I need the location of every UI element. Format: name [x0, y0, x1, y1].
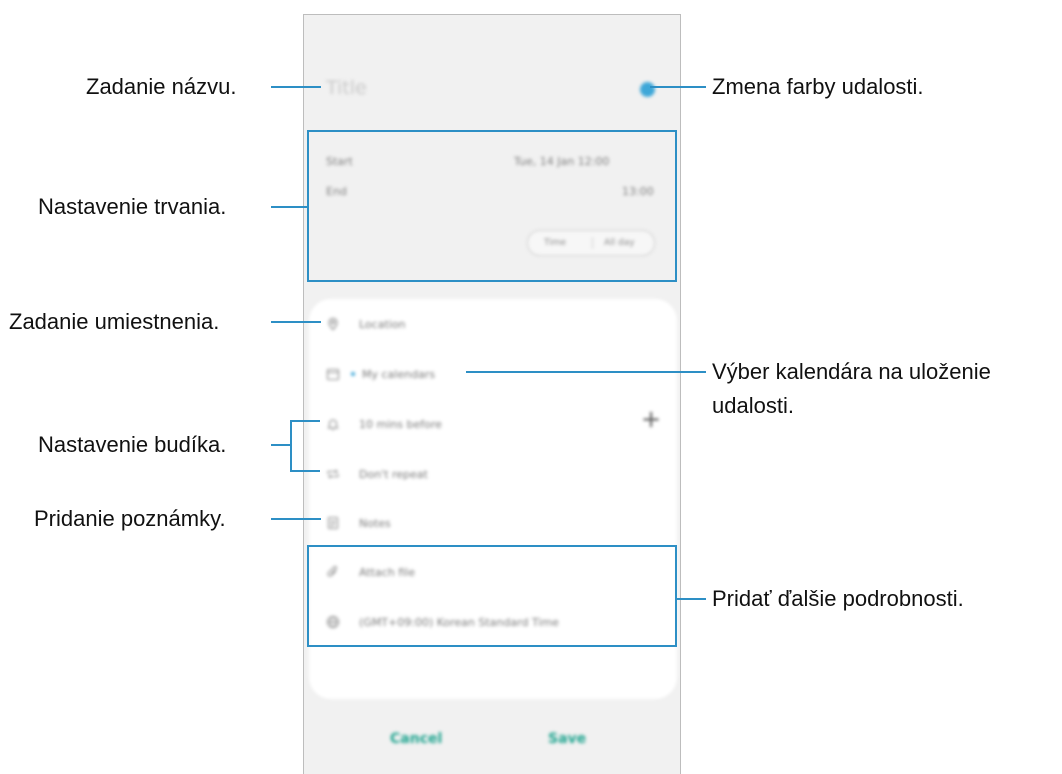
- calendar-callout-line2: udalosti.: [712, 393, 794, 418]
- duration-callout-line: [271, 206, 309, 208]
- location-callout: Zadanie umiestnenia.: [9, 309, 220, 334]
- save-button[interactable]: Save: [548, 731, 586, 747]
- calendar-color-dot: [351, 372, 355, 376]
- details-callout-line: [677, 598, 706, 600]
- color-callout: Zmena farby udalosti.: [712, 74, 924, 99]
- bell-icon: [326, 417, 340, 431]
- duration-callout: Nastavenie trvania.: [38, 194, 227, 219]
- note-callout-line: [271, 518, 321, 520]
- add-reminder-icon[interactable]: +: [641, 407, 661, 431]
- alarm-callout-line: [271, 444, 292, 446]
- alarm-callout: Nastavenie budíka.: [38, 432, 227, 457]
- event-color-button[interactable]: [640, 82, 655, 97]
- title-input[interactable]: Title: [326, 77, 367, 99]
- note-callout: Pridanie poznámky.: [34, 506, 226, 531]
- duration-highlight-box: [307, 130, 677, 282]
- repeat-icon: [326, 467, 340, 481]
- calendar-selector[interactable]: My calendars: [362, 368, 435, 381]
- location-pin-icon: [326, 317, 340, 331]
- calendar-callout-line: [466, 371, 706, 373]
- alarm-bracket-vertical: [290, 420, 292, 472]
- notes-icon: [326, 516, 340, 530]
- repeat-field[interactable]: Don't repeat: [359, 468, 428, 481]
- alarm-bracket-bottom: [290, 470, 320, 472]
- notes-field[interactable]: Notes: [359, 517, 391, 530]
- alarm-bracket-top: [290, 420, 320, 422]
- details-callout: Pridať ďalšie podrobnosti.: [712, 586, 964, 611]
- title-callout: Zadanie názvu.: [86, 74, 237, 99]
- color-callout-line: [650, 86, 706, 88]
- title-callout-line: [271, 86, 321, 88]
- details-highlight-box: [307, 545, 677, 647]
- location-field[interactable]: Location: [359, 318, 406, 331]
- location-callout-line: [271, 321, 321, 323]
- calendar-callout-line1: Výber kalendára na uloženie: [712, 359, 991, 384]
- reminder-field[interactable]: 10 mins before: [359, 418, 442, 431]
- cancel-button[interactable]: Cancel: [390, 731, 442, 747]
- calendar-icon: [326, 367, 340, 381]
- phone-screen: Title Start Tue, 14 Jan 12:00 End 13:00 …: [303, 14, 681, 774]
